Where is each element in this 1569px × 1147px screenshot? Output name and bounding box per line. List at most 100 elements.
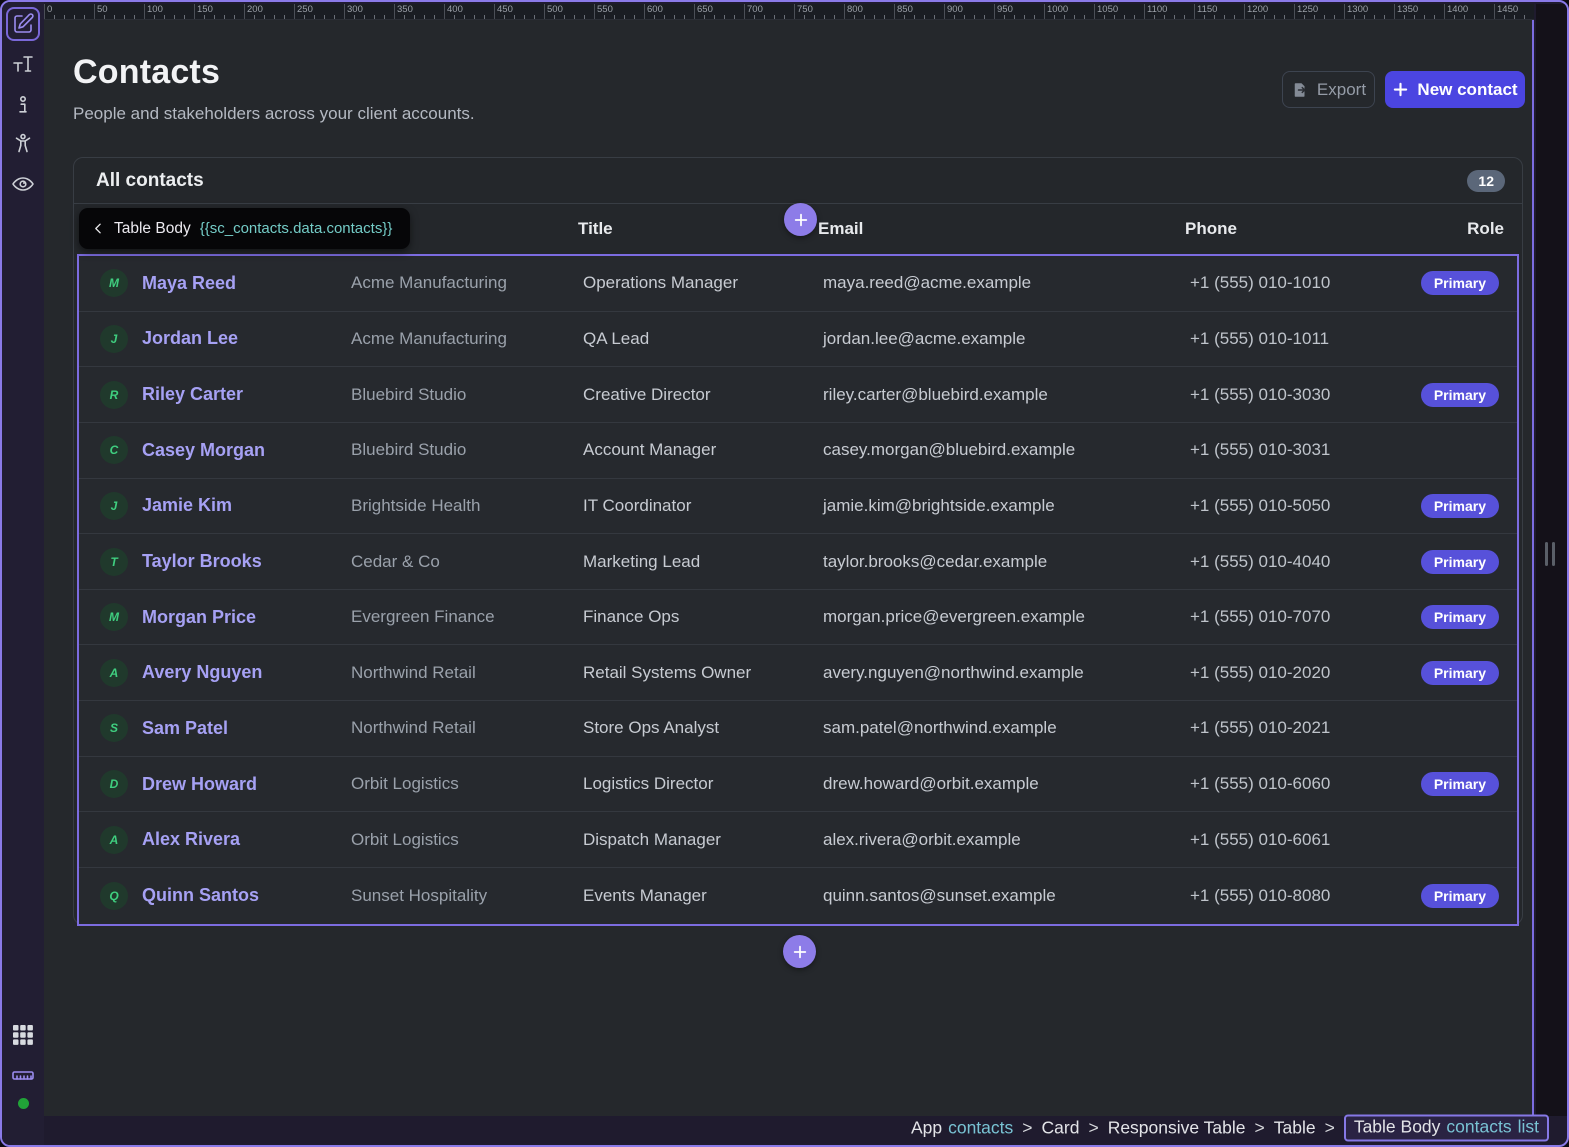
table-row[interactable]: M Morgan Price Evergreen Finance Finance… [79, 590, 1517, 646]
avatar: D [100, 770, 128, 798]
table-row[interactable]: C Casey Morgan Bluebird Studio Account M… [79, 423, 1517, 479]
name-cell: A Avery Nguyen [100, 659, 351, 687]
table-row[interactable]: J Jordan Lee Acme Manufacturing QA Lead … [79, 312, 1517, 368]
selection-binding: {{sc_contacts.data.contacts}} [200, 220, 393, 237]
name-cell: M Morgan Price [100, 603, 351, 631]
accessibility-tool-button[interactable] [6, 127, 40, 161]
selection-breadcrumb-pill[interactable]: Table Body {{sc_contacts.data.contacts}} [79, 208, 410, 249]
info-tool-button[interactable] [6, 88, 40, 122]
contact-name-link[interactable]: Jamie Kim [142, 495, 232, 516]
status-bar: Appcontacts>Card>Responsive Table>Table>… [4, 1113, 1565, 1143]
plus-icon [792, 944, 808, 960]
title-cell: QA Lead [583, 329, 823, 349]
contact-name-link[interactable]: Casey Morgan [142, 440, 265, 461]
element-breadcrumb[interactable]: Appcontacts>Card>Responsive Table>Table>… [911, 1115, 1549, 1142]
email-cell: drew.howard@orbit.example [823, 774, 1190, 794]
contact-name-link[interactable]: Quinn Santos [142, 885, 259, 906]
add-column-button[interactable] [784, 203, 817, 236]
email-cell: morgan.price@evergreen.example [823, 607, 1190, 627]
ruler-toggle-button[interactable] [6, 1058, 40, 1092]
contact-name-link[interactable]: Jordan Lee [142, 328, 238, 349]
table-row[interactable]: J Jamie Kim Brightside Health IT Coordin… [79, 479, 1517, 535]
contact-name-link[interactable]: Maya Reed [142, 273, 236, 294]
role-badge: Primary [1421, 550, 1499, 574]
contact-name-link[interactable]: Sam Patel [142, 718, 228, 739]
card-header: All contacts 12 [74, 158, 1522, 204]
table-header-row: Title Email Phone Role Table Body {{sc_c… [74, 204, 1522, 254]
table-row[interactable]: T Taylor Brooks Cedar & Co Marketing Lea… [79, 534, 1517, 590]
info-person-icon [11, 93, 35, 117]
column-header-phone[interactable]: Phone [1185, 219, 1400, 239]
email-cell: quinn.santos@sunset.example [823, 886, 1190, 906]
contact-name-link[interactable]: Avery Nguyen [142, 662, 262, 683]
table-row[interactable]: M Maya Reed Acme Manufacturing Operation… [79, 256, 1517, 312]
contact-count-badge: 12 [1467, 170, 1505, 192]
email-cell: jordan.lee@acme.example [823, 329, 1190, 349]
avatar: M [100, 603, 128, 631]
visibility-tool-button[interactable] [6, 167, 40, 201]
design-canvas[interactable]: Contacts People and stakeholders across … [44, 20, 1534, 1116]
company-cell: Acme Manufacturing [351, 329, 583, 349]
table-row[interactable]: S Sam Patel Northwind Retail Store Ops A… [79, 701, 1517, 757]
table-row[interactable]: A Alex Rivera Orbit Logistics Dispatch M… [79, 812, 1517, 868]
role-badge: Primary [1421, 383, 1499, 407]
avatar: J [100, 492, 128, 520]
table-row[interactable]: D Drew Howard Orbit Logistics Logistics … [79, 757, 1517, 813]
company-cell: Evergreen Finance [351, 607, 583, 627]
card-title: All contacts [96, 170, 204, 192]
company-cell: Orbit Logistics [351, 774, 583, 794]
add-row-button[interactable] [783, 935, 816, 968]
grid-apps-icon [11, 1023, 35, 1047]
phone-cell: +1 (555) 010-7070 [1190, 607, 1405, 627]
column-header-role[interactable]: Role [1467, 219, 1504, 239]
role-badge: Primary [1421, 884, 1499, 908]
canvas-right-gutter [1536, 4, 1569, 1116]
phone-cell: +1 (555) 010-1010 [1190, 273, 1405, 293]
selection-label: Table Body [114, 220, 191, 238]
phone-cell: +1 (555) 010-5050 [1190, 496, 1405, 516]
avatar: S [100, 714, 128, 742]
horizontal-ruler: 0501001502002503003504004505005506006507… [44, 4, 1534, 20]
company-cell: Acme Manufacturing [351, 273, 583, 293]
name-cell: T Taylor Brooks [100, 548, 351, 576]
company-cell: Sunset Hospitality [351, 886, 583, 906]
title-cell: Account Manager [583, 440, 823, 460]
resize-handle[interactable] [1545, 542, 1557, 566]
column-header-title[interactable]: Title [578, 219, 818, 239]
table-row[interactable]: R Riley Carter Bluebird Studio Creative … [79, 367, 1517, 423]
contact-name-link[interactable]: Morgan Price [142, 607, 256, 628]
title-cell: Retail Systems Owner [583, 663, 823, 683]
phone-cell: +1 (555) 010-6060 [1190, 774, 1405, 794]
plus-icon [1392, 81, 1409, 98]
company-cell: Northwind Retail [351, 718, 583, 738]
contact-name-link[interactable]: Riley Carter [142, 384, 243, 405]
table-row[interactable]: A Avery Nguyen Northwind Retail Retail S… [79, 645, 1517, 701]
table-body[interactable]: M Maya Reed Acme Manufacturing Operation… [77, 254, 1519, 926]
export-button[interactable]: Export [1282, 71, 1375, 108]
email-cell: taylor.brooks@cedar.example [823, 552, 1190, 572]
phone-cell: +1 (555) 010-3030 [1190, 385, 1405, 405]
name-cell: C Casey Morgan [100, 436, 351, 464]
contact-name-link[interactable]: Drew Howard [142, 774, 257, 795]
contact-name-link[interactable]: Alex Rivera [142, 829, 240, 850]
name-cell: J Jordan Lee [100, 325, 351, 353]
page-title: Contacts [73, 53, 220, 92]
ruler-icon [11, 1063, 35, 1087]
table-row[interactable]: Q Quinn Santos Sunset Hospitality Events… [79, 868, 1517, 924]
column-header-email[interactable]: Email [818, 219, 1185, 239]
contact-name-link[interactable]: Taylor Brooks [142, 551, 262, 572]
eye-icon [11, 172, 35, 196]
typography-tool-button[interactable] [6, 47, 40, 81]
role-badge: Primary [1421, 494, 1499, 518]
edit-icon [11, 12, 35, 36]
name-cell: S Sam Patel [100, 714, 351, 742]
export-icon [1291, 81, 1309, 99]
phone-cell: +1 (555) 010-1011 [1190, 329, 1405, 349]
avatar: T [100, 548, 128, 576]
edit-tool-button[interactable] [6, 7, 40, 41]
title-cell: Store Ops Analyst [583, 718, 823, 738]
apps-grid-button[interactable] [6, 1018, 40, 1052]
new-contact-button[interactable]: New contact [1385, 71, 1525, 108]
phone-cell: +1 (555) 010-4040 [1190, 552, 1405, 572]
tool-sidebar [2, 2, 44, 1145]
